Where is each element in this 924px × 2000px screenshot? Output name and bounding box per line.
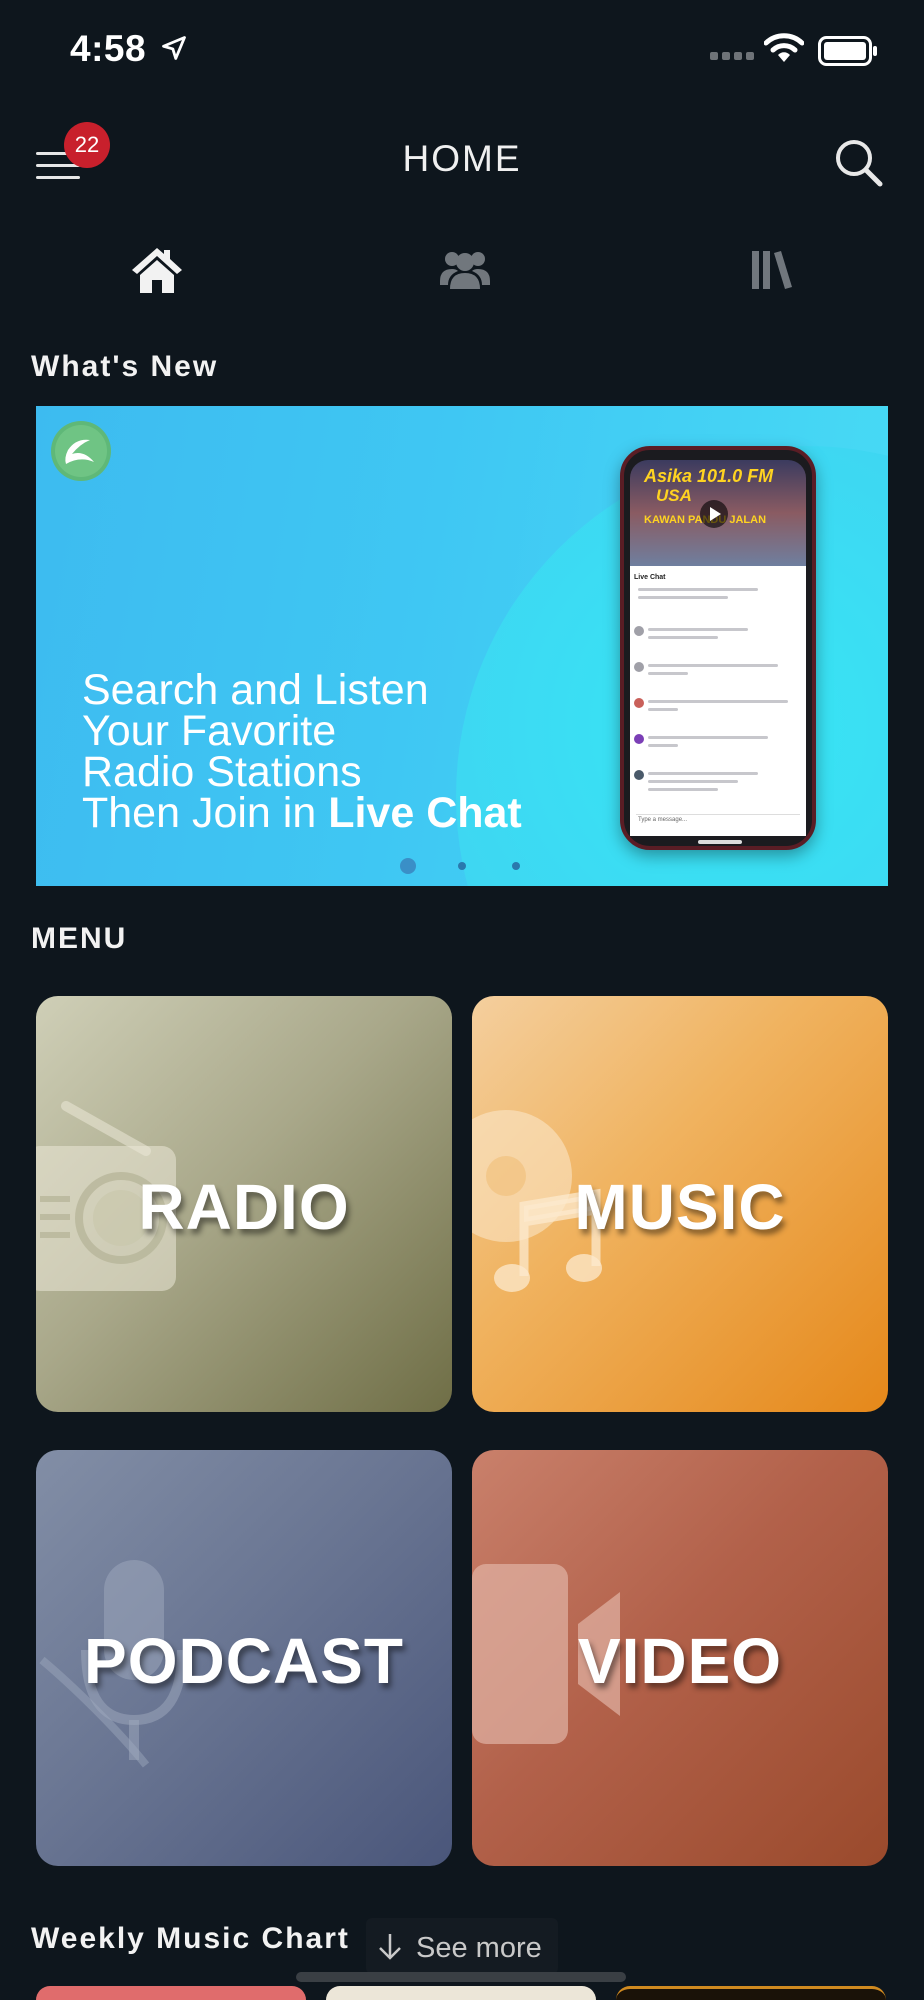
phone-chat-panel: Live Chat Type a message... xyxy=(630,566,806,836)
app-logo-icon xyxy=(51,421,111,481)
phone-chat-placeholder: Type a message... xyxy=(638,817,688,823)
phone-mockup: Asika 101.0 FM USA KAWAN PANDU JALAN Liv… xyxy=(620,446,816,850)
tab-home[interactable] xyxy=(94,235,214,305)
see-more-button[interactable]: See more xyxy=(366,1918,558,1974)
whats-new-banner[interactable]: Search and Listen Your Favorite Radio St… xyxy=(36,406,888,886)
chart-item-thumbnail[interactable] xyxy=(36,1986,306,2000)
phone-chat-title: Live Chat xyxy=(634,574,666,581)
search-icon xyxy=(836,140,883,187)
menu-tile-label: PODCAST xyxy=(84,1625,404,1697)
carousel-dots xyxy=(36,858,888,878)
menu-tile-radio[interactable]: RADIO xyxy=(36,996,452,1412)
menu-tile-podcast[interactable]: PODCAST xyxy=(36,1450,452,1866)
chart-item-thumbnail[interactable] xyxy=(326,1986,596,2000)
tab-community[interactable] xyxy=(402,235,522,305)
menu-tile-music[interactable]: MUSIC xyxy=(472,996,888,1412)
carousel-dot-active[interactable] xyxy=(400,858,416,874)
headline-line: Search and Listen xyxy=(82,666,429,714)
headline-bold: Live Chat xyxy=(328,789,522,837)
phone-video-preview: Asika 101.0 FM USA KAWAN PANDU JALAN xyxy=(630,460,806,566)
headline-line: Your Favorite xyxy=(82,707,337,755)
phone-station-sub: USA xyxy=(656,486,692,505)
carousel-dot[interactable] xyxy=(458,862,466,870)
headline-line: Radio Stations xyxy=(82,748,362,796)
menu-title: MENU xyxy=(31,922,128,955)
chart-item-thumbnail[interactable] xyxy=(616,1986,886,2000)
tab-library[interactable] xyxy=(710,235,830,305)
play-icon xyxy=(700,500,728,528)
phone-home-bar xyxy=(698,840,742,844)
home-indicator xyxy=(296,1972,626,1982)
battery-icon xyxy=(818,36,877,66)
home-icon xyxy=(132,248,182,293)
page-title: HOME xyxy=(402,138,522,179)
library-icon xyxy=(752,251,792,289)
phone-chat-input: Type a message... xyxy=(636,814,800,828)
location-arrow-icon xyxy=(162,36,186,60)
menu-tile-video[interactable]: VIDEO xyxy=(472,1450,888,1866)
whats-new-title: What's New xyxy=(31,350,219,383)
menu-tile-label: VIDEO xyxy=(577,1625,783,1697)
weekly-chart-title: Weekly Music Chart xyxy=(31,1922,350,1955)
users-icon xyxy=(440,252,490,289)
arrow-down-icon xyxy=(379,1934,401,1960)
menu-tile-label: RADIO xyxy=(138,1171,350,1243)
menu-tile-label: MUSIC xyxy=(574,1171,786,1243)
see-more-label: See more xyxy=(416,1932,542,1964)
banner-headline: Search and Listen Your Favorite Radio St… xyxy=(82,666,602,837)
headline-line: Then Join in Live Chat xyxy=(82,789,522,837)
search-button[interactable] xyxy=(832,136,886,190)
carousel-dot[interactable] xyxy=(512,862,520,870)
cellular-signal-icon xyxy=(710,52,754,60)
status-time: 4:58 xyxy=(70,28,147,69)
top-bar: 22 HOME xyxy=(0,110,924,210)
tab-bar xyxy=(0,235,924,315)
wifi-icon xyxy=(764,33,804,62)
status-bar: 4:58 xyxy=(0,0,924,100)
phone-station-name: Asika 101.0 FM xyxy=(644,466,774,486)
